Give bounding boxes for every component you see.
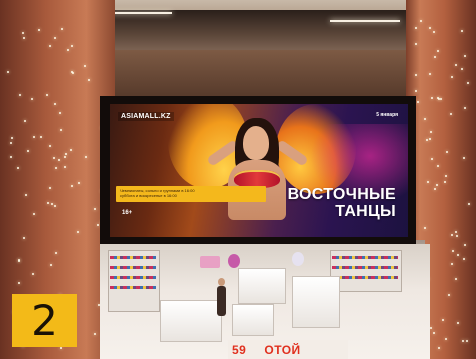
light-sparkle [58, 112, 61, 115]
light-sparkle [426, 138, 429, 141]
light-sparkle [52, 156, 55, 159]
light-sparkle [32, 273, 34, 275]
light-sparkle [70, 70, 73, 73]
light-sparkle [448, 293, 451, 296]
storefront-sign-part1: 59 [232, 343, 247, 357]
light-sparkle [88, 78, 90, 81]
shelf-products [110, 256, 156, 259]
light-sparkle [437, 165, 439, 167]
light-sparkle [426, 181, 429, 184]
light-sparkle [446, 150, 448, 153]
light-sparkle [32, 213, 35, 216]
light-sparkle [50, 202, 53, 205]
ceiling-light [330, 20, 400, 22]
light-sparkle [46, 201, 49, 204]
shopper-body [217, 286, 226, 316]
light-sparkle [454, 63, 457, 66]
storefront-sign-part2: ОТОЙ [264, 343, 301, 357]
light-sparkle [461, 339, 464, 342]
light-sparkle [40, 135, 43, 138]
light-sparkle [461, 29, 464, 32]
ad-title-line2: ТАНЦЫ [335, 203, 396, 220]
light-sparkle [430, 157, 433, 160]
light-sparkle [63, 165, 66, 168]
billboard-screen: ASIAMALL.KZ 5 января Чемпионаты, сольно … [110, 104, 408, 237]
ad-logo: ASIAMALL.KZ [118, 112, 174, 121]
light-sparkle [57, 159, 60, 162]
light-sparkle [443, 180, 446, 183]
light-sparkle [54, 251, 57, 254]
light-sparkle [49, 44, 51, 47]
ad-title: ВОСТОЧНЫЕ ТАНЦЫ [256, 186, 396, 220]
ad-title-line1: ВОСТОЧНЫЕ [287, 186, 396, 203]
shopper-head [218, 278, 225, 286]
ad-date: 5 января [376, 112, 398, 118]
number-badge: 2 [12, 294, 77, 347]
light-sparkle [55, 166, 58, 169]
storefront-sign: 59 ОТОЙ [232, 343, 301, 357]
light-sparkle [423, 117, 426, 120]
light-sparkle [439, 97, 442, 100]
light-sparkle [415, 73, 418, 76]
balloon [292, 252, 304, 266]
shelf-products [332, 256, 398, 259]
light-sparkle [414, 26, 417, 29]
shelf-products [110, 266, 156, 269]
light-sparkle [430, 130, 432, 133]
shelf-products [332, 266, 398, 269]
mall-photo: 59 ОТОЙ ASIAMALL.KZ 5 января Чемпионаты, … [0, 0, 476, 359]
ceiling-panel [108, 10, 408, 53]
display-counter [232, 304, 274, 336]
light-sparkle [437, 49, 439, 52]
light-sparkle [450, 75, 453, 78]
light-sparkle [71, 184, 74, 187]
shelf-products [332, 276, 398, 279]
shelf-products [110, 276, 156, 279]
light-sparkle [53, 102, 56, 105]
light-sparkle [63, 155, 66, 158]
light-sparkle [438, 346, 440, 349]
light-sparkle [93, 332, 96, 335]
ad-info-box: Чемпионаты, сольно и группами в 16:00 су… [116, 186, 266, 202]
balloon [228, 254, 240, 268]
light-sparkle [450, 233, 453, 236]
shelf-products [110, 286, 156, 289]
dancer-face [243, 126, 269, 160]
display-counter [238, 268, 286, 304]
light-sparkle [9, 156, 12, 158]
store-sign-small [200, 256, 220, 268]
light-sparkle [59, 129, 62, 131]
light-sparkle [430, 96, 433, 99]
ad-info-line: суббота и воскресенье в 16:00 [120, 193, 177, 198]
shelf-unit [108, 250, 160, 312]
ceiling-light [112, 12, 172, 14]
light-sparkle [60, 28, 63, 30]
light-sparkle [464, 54, 466, 57]
light-sparkle [45, 93, 48, 96]
age-rating: 16+ [122, 210, 133, 216]
light-sparkle [17, 281, 20, 284]
display-counter [160, 300, 222, 342]
light-sparkle [22, 36, 25, 39]
badge-number: 2 [31, 295, 58, 345]
light-sparkle [17, 166, 20, 169]
light-sparkle [415, 89, 418, 92]
light-sparkle [76, 230, 79, 233]
light-sparkle [18, 93, 21, 96]
light-sparkle [50, 263, 53, 266]
light-sparkle [460, 68, 463, 71]
light-sparkle [416, 100, 419, 103]
light-sparkle [26, 149, 29, 152]
light-sparkle [49, 144, 51, 147]
light-sparkle [415, 42, 417, 45]
light-sparkle [428, 27, 431, 30]
display-counter [292, 276, 340, 328]
